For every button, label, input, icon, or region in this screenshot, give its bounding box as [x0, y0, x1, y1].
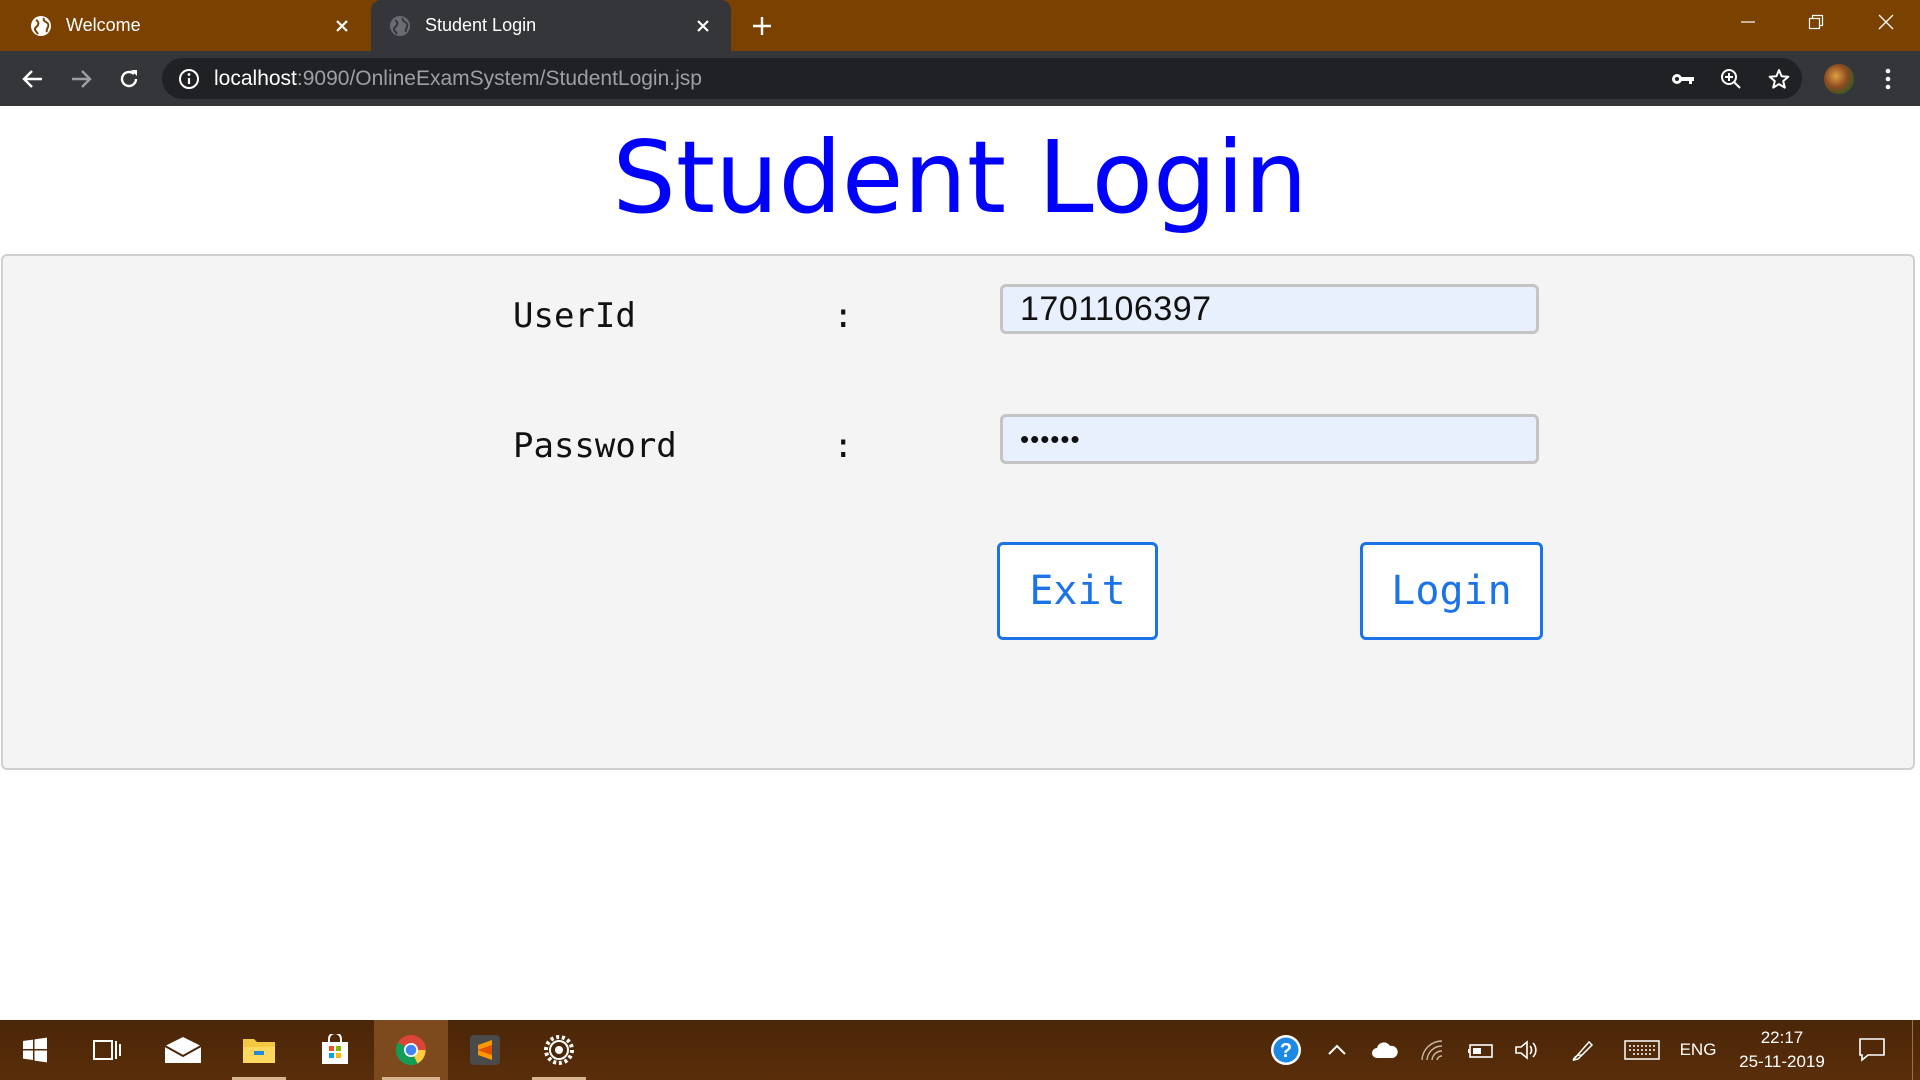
close-window-icon[interactable]	[1852, 0, 1920, 44]
browser-toolbar: localhost:9090/OnlineExamSystem/StudentL…	[0, 51, 1920, 106]
tab-close-icon[interactable]	[691, 14, 715, 38]
profile-avatar[interactable]	[1824, 64, 1854, 94]
tab-title: Welcome	[66, 15, 141, 35]
help-icon[interactable]: ?	[1266, 1020, 1306, 1080]
url-path: :9090/OnlineExamSystem/StudentLogin.jsp	[296, 66, 702, 90]
volume-icon[interactable]	[1510, 1020, 1544, 1080]
bookmark-star-icon[interactable]	[1766, 66, 1792, 92]
tab-student-login[interactable]: Student Login	[371, 0, 731, 51]
forward-arrow-icon[interactable]	[63, 61, 99, 97]
tab-title: Student Login	[425, 15, 537, 35]
mail-icon[interactable]	[148, 1020, 218, 1080]
info-icon[interactable]	[178, 68, 200, 90]
wifi-icon[interactable]	[1416, 1020, 1450, 1080]
chevron-up-icon[interactable]	[1322, 1020, 1352, 1080]
password-label: Password	[513, 426, 677, 466]
key-icon[interactable]	[1670, 66, 1696, 92]
restore-icon[interactable]	[1782, 0, 1850, 44]
browser-titlebar: Welcome Student Login	[0, 0, 1920, 51]
reload-icon[interactable]	[111, 61, 147, 97]
exit-button[interactable]: Exit	[997, 542, 1158, 640]
file-explorer-icon[interactable]	[224, 1020, 294, 1080]
clock-time: 22:17	[1760, 1028, 1804, 1047]
login-form-panel: UserId : 1701106397 Password : ••••••	[1, 254, 1915, 770]
page-title: Student Login	[612, 119, 1308, 236]
password-colon: :	[833, 426, 854, 466]
url-host: localhost	[214, 66, 297, 90]
more-menu-icon[interactable]	[1876, 63, 1900, 95]
new-tab-plus-icon[interactable]	[748, 12, 776, 40]
globe-icon	[389, 15, 411, 37]
userid-input[interactable]: 1701106397	[1000, 284, 1539, 334]
svg-text:?: ?	[1280, 1040, 1292, 1062]
store-icon[interactable]	[300, 1020, 370, 1080]
userid-colon: :	[833, 296, 854, 336]
sublime-icon[interactable]	[450, 1020, 520, 1080]
onedrive-cloud-icon[interactable]	[1368, 1020, 1402, 1080]
settings-gear-icon[interactable]	[524, 1020, 594, 1080]
windows-taskbar: ? ENG 22:17 25-11-2019	[0, 1020, 1920, 1080]
login-button[interactable]: Login	[1360, 542, 1543, 640]
globe-icon	[30, 15, 52, 37]
url-text[interactable]: localhost:9090/OnlineExamSystem/StudentL…	[214, 67, 702, 91]
system-clock[interactable]: 22:17 25-11-2019	[1732, 1026, 1832, 1074]
userid-label: UserId	[513, 296, 636, 336]
touch-keyboard-icon[interactable]	[1622, 1020, 1662, 1080]
address-bar[interactable]: localhost:9090/OnlineExamSystem/StudentL…	[162, 58, 1802, 99]
show-desktop-button[interactable]	[1912, 1020, 1920, 1080]
zoom-icon[interactable]	[1718, 66, 1744, 92]
action-center-icon[interactable]	[1852, 1020, 1892, 1080]
password-input[interactable]: ••••••	[1000, 414, 1539, 464]
tab-welcome[interactable]: Welcome	[0, 0, 370, 51]
clock-date: 25-11-2019	[1739, 1052, 1825, 1071]
chrome-icon[interactable]	[374, 1020, 448, 1080]
back-arrow-icon[interactable]	[15, 61, 51, 97]
task-view-icon[interactable]	[72, 1020, 142, 1080]
start-icon[interactable]	[0, 1020, 70, 1080]
battery-icon[interactable]	[1464, 1020, 1498, 1080]
language-indicator[interactable]: ENG	[1674, 1020, 1722, 1080]
pen-ink-icon[interactable]	[1566, 1020, 1600, 1080]
tab-close-icon[interactable]	[330, 14, 354, 38]
minimize-icon[interactable]	[1714, 0, 1782, 44]
